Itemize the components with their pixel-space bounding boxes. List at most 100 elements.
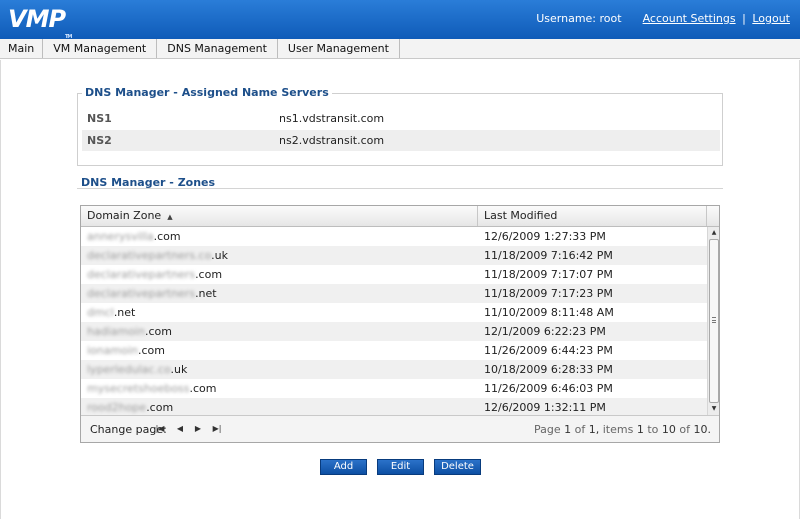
logout-link[interactable]: Logout (752, 12, 790, 25)
last-modified-cell: 11/10/2009 8:11:48 AM (484, 306, 614, 319)
table-row[interactable]: mysecretshoeboss.com 11/26/2009 6:46:03 … (81, 379, 707, 398)
domain-zone-cell: mysecretshoeboss.com (87, 379, 467, 398)
column-header-domain-zone[interactable]: Domain Zone ▲ (81, 206, 478, 226)
next-page-icon[interactable]: ▶ (192, 423, 204, 435)
scroll-down-arrow-icon[interactable]: ▼ (708, 403, 720, 415)
domain-suffix: .com (189, 382, 217, 395)
vmp-logo: VMP TM (8, 4, 72, 40)
nav-item-dns-management[interactable]: DNS Management (157, 39, 278, 58)
blurred-domain-name: declarativepartners (87, 287, 196, 300)
prev-page-icon[interactable]: ◀ (174, 423, 186, 435)
zones-grid-header: Domain Zone ▲ Last Modified (81, 206, 719, 227)
last-modified-cell: 11/18/2009 7:16:42 PM (484, 249, 613, 262)
domain-zone-cell: annerysvilla.com (87, 227, 467, 246)
domain-suffix: .com (144, 325, 172, 338)
blurred-domain-name: lyperledulac.co (87, 363, 171, 376)
table-row[interactable]: declarativepartners.net 11/18/2009 7:17:… (81, 284, 707, 303)
pager-items-word: items (602, 423, 634, 436)
domain-zone-cell: ionamoin.com (87, 341, 467, 360)
pager-to-word: to (647, 423, 659, 436)
domain-suffix: .com (153, 230, 181, 243)
ns1-row: NS1 ns1.vdstransit.com (82, 108, 720, 129)
zones-title-divider (77, 188, 723, 189)
ns2-value: ns2.vdstransit.com (279, 134, 385, 147)
domain-zone-cell: declarativepartners.net (87, 284, 467, 303)
last-modified-cell: 10/18/2009 6:28:33 PM (484, 363, 613, 376)
ns1-value: ns1.vdstransit.com (279, 112, 385, 125)
domain-suffix: .com (137, 344, 165, 357)
first-page-icon[interactable]: |◀ (154, 423, 166, 435)
link-separator: | (742, 12, 746, 25)
domain-zone-cell: hadiamoin.com (87, 322, 467, 341)
table-row[interactable]: declarativepartners.co.uk 11/18/2009 7:1… (81, 246, 707, 265)
table-row[interactable]: hadiamoin.com 12/1/2009 6:22:23 PM (81, 322, 707, 341)
scrollbar-grip-icon (712, 317, 716, 323)
domain-suffix: .com (146, 401, 174, 414)
pager-of-word: of (574, 423, 586, 436)
last-modified-cell: 12/1/2009 6:22:23 PM (484, 325, 606, 338)
table-row[interactable]: lyperledulac.co.uk 10/18/2009 6:28:33 PM (81, 360, 707, 379)
scroll-up-arrow-icon[interactable]: ▲ (708, 227, 720, 239)
zones-grid: Domain Zone ▲ Last Modified annerysvilla.… (80, 205, 720, 443)
logo-text: VMP (8, 5, 66, 33)
domain-suffix: .com (195, 268, 223, 281)
last-modified-cell: 12/6/2009 1:27:33 PM (484, 230, 606, 243)
ns2-row: NS2 ns2.vdstransit.com (82, 130, 720, 151)
blurred-domain-name: declarativepartners (87, 268, 196, 281)
table-row[interactable]: dmcl.net 11/10/2009 8:11:48 AM (81, 303, 707, 322)
blurred-domain-name: annerysvilla (87, 230, 154, 243)
nav-item-user-management[interactable]: User Management (278, 39, 400, 58)
blurred-domain-name: ionamoin (87, 344, 138, 357)
blurred-domain-name: mysecretshoeboss (87, 382, 190, 395)
last-modified-cell: 11/18/2009 7:17:23 PM (484, 287, 613, 300)
pager-items-total: 10. (693, 423, 712, 436)
pager-items-from: 1 (636, 423, 644, 436)
pager-page-total: 1, (588, 423, 600, 436)
domain-zone-header-label: Domain Zone (87, 209, 162, 222)
frame-left-border (0, 60, 1, 519)
blurred-domain-name: hadiamoin (87, 325, 145, 338)
edit-button[interactable]: Edit (377, 459, 424, 475)
pager-info: Page 1 of 1, items 1 to 10 of 10. (534, 423, 711, 436)
nav-item-main[interactable]: Main (0, 39, 44, 58)
scrollbar-thumb[interactable] (709, 239, 719, 403)
account-settings-link[interactable]: Account Settings (643, 12, 736, 25)
last-modified-cell: 11/26/2009 6:46:03 PM (484, 382, 613, 395)
domain-zone-cell: lyperledulac.co.uk (87, 360, 467, 379)
user-area: Username: root Account Settings | Logout (536, 12, 790, 25)
add-button[interactable]: Add (320, 459, 367, 475)
last-page-icon[interactable]: ▶| (211, 423, 223, 435)
nav-item-vm-management[interactable]: VM Management (43, 39, 158, 58)
pager-of-word: of (679, 423, 690, 436)
zones-grid-rows: annerysvilla.com 12/6/2009 1:27:33 PM de… (81, 227, 707, 417)
domain-suffix: .uk (170, 363, 188, 376)
username-label: Username: root (536, 12, 622, 25)
blurred-domain-name: declarativepartners.co (87, 249, 212, 262)
grid-pager: Change page: |◀ ◀ ▶ ▶| Page 1 of 1, item… (81, 415, 719, 442)
table-row[interactable]: declarativepartners.com 11/18/2009 7:17:… (81, 265, 707, 284)
main-nav: Main VM Management DNS Management User M… (0, 39, 800, 59)
blurred-domain-name: dmcl (87, 306, 114, 319)
blurred-domain-name: rood2hope (87, 401, 147, 414)
last-modified-cell: 11/18/2009 7:17:07 PM (484, 268, 613, 281)
last-modified-cell: 11/26/2009 6:44:23 PM (484, 344, 613, 357)
domain-suffix: .uk (211, 249, 228, 262)
pager-items-to: 10 (661, 423, 676, 436)
delete-button[interactable]: Delete (434, 459, 481, 475)
domain-suffix: .net (113, 306, 136, 319)
domain-zone-cell: declarativepartners.co.uk (87, 246, 467, 265)
table-row[interactable]: ionamoin.com 11/26/2009 6:44:23 PM (81, 341, 707, 360)
table-row[interactable]: annerysvilla.com 12/6/2009 1:27:33 PM (81, 227, 707, 246)
sort-ascending-icon: ▲ (167, 213, 173, 221)
column-header-last-modified[interactable]: Last Modified (478, 206, 707, 226)
ns2-label: NS2 (87, 134, 112, 147)
app-header: VMP TM Username: root Account Settings |… (0, 0, 800, 40)
name-servers-title: DNS Manager - Assigned Name Servers (82, 86, 332, 99)
ns1-label: NS1 (87, 112, 112, 125)
domain-zone-cell: declarativepartners.com (87, 265, 467, 284)
pager-page-word: Page (534, 423, 561, 436)
grid-vertical-scrollbar[interactable]: ▲ ▼ (707, 227, 719, 415)
domain-suffix: .net (195, 287, 217, 300)
domain-zone-cell: dmcl.net (87, 303, 467, 322)
pager-current-page: 1 (564, 423, 572, 436)
